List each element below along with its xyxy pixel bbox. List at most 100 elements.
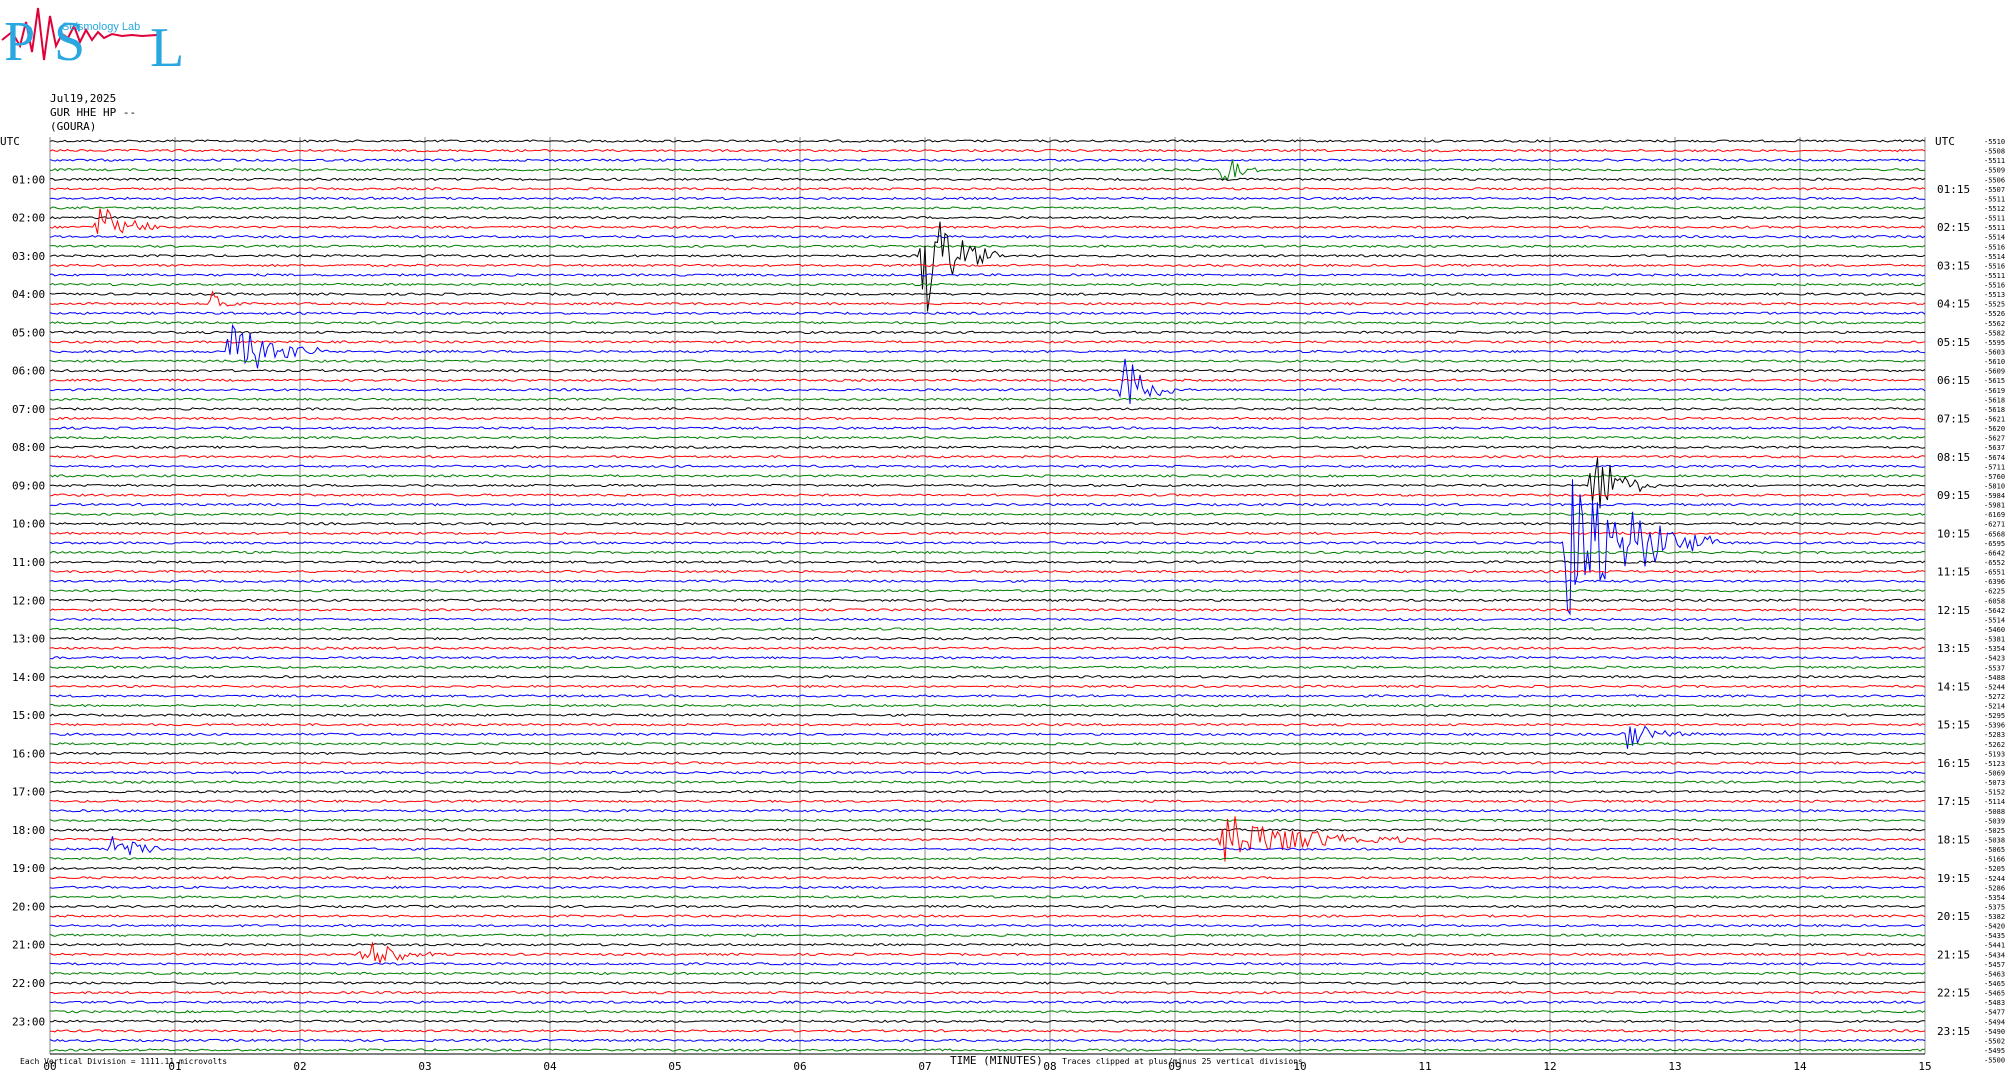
trace-mean-label: -5166: [1984, 856, 2005, 864]
trace-line-14: [49, 273, 1926, 277]
trace-line-54: [49, 655, 1926, 660]
left-hour-label: 15:00: [12, 709, 45, 722]
trace-mean-label: -5525: [1984, 301, 2005, 309]
trace-line-87: [49, 971, 1926, 976]
trace-mean-label: -5500: [1984, 1057, 2005, 1065]
trace-line-90: [49, 1000, 1926, 1004]
trace-mean-label: -5511: [1984, 195, 2005, 203]
left-hour-label: 04:00: [12, 288, 45, 301]
seismogram-chart: P S L Seismology Lab Jul19,2025 GUR HHE …: [0, 7, 2005, 1073]
trace-mean-label: -6058: [1984, 597, 2005, 605]
trace-mean-label: -5582: [1984, 329, 2005, 337]
trace-line-11: [49, 244, 1926, 248]
trace-mean-label: -5065: [1984, 846, 2005, 854]
left-hour-label: 13:00: [12, 633, 45, 646]
trace-line-62: [49, 725, 1926, 749]
trace-mean-label: -5615: [1984, 377, 2005, 385]
x-tick-label: 07: [918, 1060, 931, 1073]
trace-line-15: [49, 282, 1926, 287]
trace-line-7: [49, 206, 1926, 210]
left-hour-label: 09:00: [12, 479, 45, 492]
trace-mean-label: -5205: [1984, 865, 2005, 873]
trace-mean-label: -5088: [1984, 808, 2005, 816]
left-hour-label: 02:00: [12, 212, 45, 225]
trace-line-91: [49, 1010, 1926, 1014]
x-tick-label: 03: [418, 1060, 431, 1073]
trace-line-89: [50, 990, 1926, 995]
trace-line-16: [49, 292, 1925, 296]
trace-mean-label: -5488: [1984, 674, 2005, 682]
left-hour-label: 11:00: [12, 556, 45, 569]
left-hour-label: 01:00: [12, 173, 45, 186]
trace-mean-label: -5621: [1984, 415, 2005, 423]
trace-mean-label: -5152: [1984, 789, 2005, 797]
trace-mean-label: -5810: [1984, 482, 2005, 490]
trace-line-73: [49, 816, 1926, 862]
left-hour-label: 21:00: [12, 939, 45, 952]
trace-line-13: [49, 263, 1926, 268]
trace-mean-label: -5512: [1984, 205, 2005, 213]
trace-mean-label: -5511: [1984, 215, 2005, 223]
trace-mean-label: -5610: [1984, 358, 2005, 366]
trace-mean-label: -5463: [1984, 970, 2005, 978]
trace-mean-label: -5514: [1984, 234, 2005, 242]
trace-line-68: [49, 789, 1926, 794]
trace-line-41: [49, 531, 1926, 536]
trace-mean-label: -5526: [1984, 310, 2005, 318]
trace-mean-label: -5637: [1984, 444, 2005, 452]
trace-line-79: [49, 895, 1926, 899]
right-hour-label: 01:15: [1937, 183, 1970, 196]
trace-line-65: [49, 761, 1926, 765]
trace-line-50: [49, 617, 1926, 622]
trace-line-38: [49, 502, 1926, 507]
trace-mean-label: -5495: [1984, 1047, 2005, 1055]
right-hour-label: 04:15: [1937, 298, 1970, 311]
trace-mean-label: -5490: [1984, 1028, 2005, 1036]
trace-line-67: [49, 780, 1926, 784]
trace-mean-label: -5516: [1984, 262, 2005, 270]
right-hour-label: 08:15: [1937, 451, 1970, 464]
trace-mean-label: -5619: [1984, 387, 2005, 395]
trace-line-1: [49, 148, 1926, 153]
trace-mean-label: -5354: [1984, 894, 2005, 902]
trace-mean-label: -5114: [1984, 798, 2005, 806]
trace-mean-label: -5214: [1984, 703, 2005, 711]
left-axis-title: UTC: [0, 135, 20, 148]
trace-mean-label: -5642: [1984, 607, 2005, 615]
x-tick-label: 11: [1418, 1060, 1431, 1073]
logo-caption: Seismology Lab: [62, 21, 140, 33]
trace-line-53: [49, 646, 1926, 650]
right-hour-label: 12:15: [1937, 604, 1970, 617]
trace-mean-label: -6551: [1984, 569, 2005, 577]
trace-line-83: [49, 933, 1926, 937]
trace-line-20: [49, 330, 1926, 335]
trace-line-47: [49, 589, 1926, 593]
trace-mean-label: -5244: [1984, 683, 2005, 691]
trace-mean-label: -5073: [1984, 779, 2005, 787]
trace-mean-label: -6169: [1984, 511, 2005, 519]
right-axis-title: UTC: [1935, 135, 1955, 148]
x-tick-label: 05: [668, 1060, 681, 1073]
trace-mean-label: -5441: [1984, 942, 2005, 950]
trace-mean-label: -5423: [1984, 655, 2005, 663]
trace-line-37: [49, 493, 1926, 497]
right-hour-label: 19:15: [1937, 872, 1970, 885]
trace-line-45: [50, 569, 1926, 574]
trace-line-51: [49, 627, 1926, 631]
trace-line-24: [49, 368, 1926, 373]
trace-mean-label: -5465: [1984, 980, 2005, 988]
trace-line-39: [49, 512, 1926, 516]
trace-line-28: [49, 407, 1926, 411]
trace-mean-label: -5514: [1984, 253, 2005, 261]
left-hour-label: 06:00: [12, 365, 45, 378]
right-hour-label: 13:15: [1937, 642, 1970, 655]
right-hour-label: 15:15: [1937, 719, 1970, 732]
x-tick-label: 06: [793, 1060, 806, 1073]
trace-mean-label: -5516: [1984, 243, 2005, 251]
right-hour-label: 22:15: [1937, 987, 1970, 1000]
trace-mean-label: -5618: [1984, 396, 2005, 404]
trace-line-35: [49, 474, 1926, 478]
trace-line-8: [49, 215, 1926, 220]
trace-mean-label: -6568: [1984, 530, 2005, 538]
trace-line-52: [49, 636, 1926, 641]
